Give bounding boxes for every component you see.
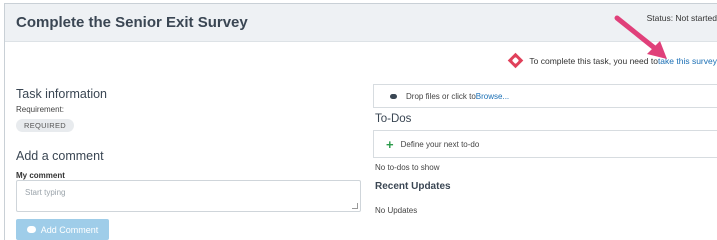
define-todo-label: Define your next to-do <box>400 139 480 149</box>
task-information-heading: Task information <box>16 87 108 101</box>
required-badge: REQUIRED <box>16 119 74 132</box>
comment-placeholder: Start typing <box>25 188 66 197</box>
cloud-upload-icon <box>390 93 397 99</box>
alert-diamond-icon <box>508 52 524 69</box>
define-todo-row[interactable]: + Define your next to-do <box>373 130 717 158</box>
plus-icon: + <box>386 136 394 152</box>
browse-link[interactable]: Browse... <box>476 92 509 101</box>
recent-updates-heading: Recent Updates <box>375 181 451 192</box>
add-comment-heading: Add a comment <box>16 149 104 163</box>
no-todos-text: No to-dos to show <box>375 163 440 172</box>
pointer-arrow-icon <box>614 15 667 59</box>
add-comment-label: Add Comment <box>40 224 99 235</box>
todos-heading: To-Dos <box>375 113 412 125</box>
requirement-label: Requirement: <box>16 105 65 114</box>
file-dropzone[interactable]: Drop files or click to Browse... <box>373 84 717 108</box>
comment-bubble-icon <box>26 226 36 233</box>
task-panel: Complete the Senior Exit Survey Status: … <box>4 3 717 240</box>
comment-textarea[interactable]: Start typing <box>16 180 361 212</box>
resize-handle-icon[interactable] <box>352 203 358 209</box>
task-header: Complete the Senior Exit Survey Status: … <box>5 4 717 42</box>
dropzone-text: Drop files or click to <box>406 91 476 101</box>
no-updates-text: No Updates <box>375 206 418 215</box>
my-comment-label: My comment <box>16 171 65 180</box>
add-comment-button[interactable]: Add Comment <box>16 219 109 240</box>
page-title: Complete the Senior Exit Survey <box>16 14 248 31</box>
